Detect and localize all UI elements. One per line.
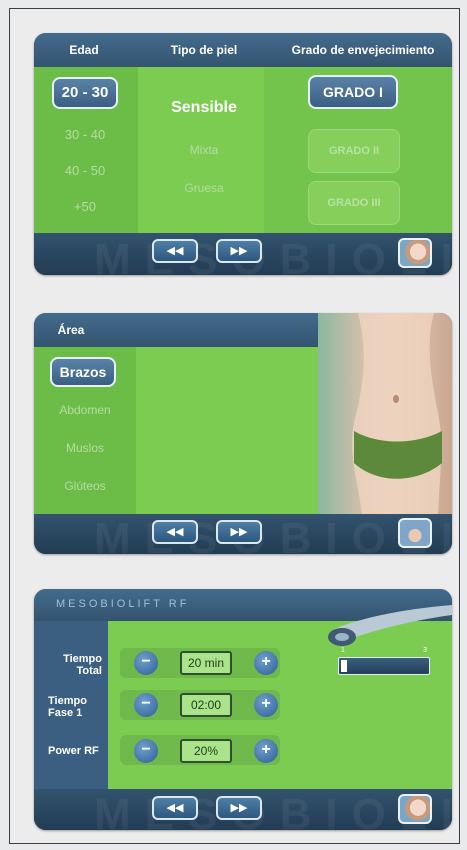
face-thumbnail-icon[interactable] <box>398 794 432 824</box>
area-selected[interactable]: Brazos <box>50 357 116 387</box>
header-edad: Edad <box>69 43 99 57</box>
face-thumbnail-icon[interactable] <box>398 238 432 268</box>
power-plus-button[interactable]: + <box>254 739 278 763</box>
scale-max-label: 3 <box>423 647 427 654</box>
total-value: 20 min <box>180 651 232 675</box>
next-button[interactable]: ▶▶ <box>216 239 262 263</box>
phase-scale-bar: 1 3 <box>338 647 430 675</box>
grado-option-ii[interactable]: GRADO II <box>308 129 400 173</box>
area-option-gluteos[interactable]: Glúteos <box>50 479 120 493</box>
grado-selected[interactable]: GRADO I <box>308 75 398 109</box>
power-value: 20% <box>180 739 232 763</box>
header-area: Área <box>57 323 85 337</box>
body-silhouette-icon <box>352 313 442 514</box>
device-title: MESOBIOLIFT RF <box>56 598 190 610</box>
next-button[interactable]: ▶▶ <box>216 520 262 544</box>
total-plus-button[interactable]: + <box>254 651 278 675</box>
skin-profile-panel: Edad Tipo de piel Grado de envejecimient… <box>34 33 452 275</box>
phase-scale-marker <box>341 660 347 672</box>
body-photo <box>318 313 452 514</box>
rf-handpiece-icon <box>328 605 452 646</box>
edad-option-40-50[interactable]: 40 - 50 <box>52 163 118 178</box>
panel3-nav-bar: MESOBIOLIFT ◀◀ ▶▶ <box>34 789 452 830</box>
area-option-muslos[interactable]: Muslos <box>50 441 120 455</box>
total-minus-button[interactable]: − <box>134 651 158 675</box>
edad-selected[interactable]: 20 - 30 <box>52 77 118 109</box>
piel-option-gruesa[interactable]: Gruesa <box>144 181 264 195</box>
header-tipo-piel: Tipo de piel <box>170 43 238 57</box>
header-grado: Grado de envejecimiento <box>291 43 435 57</box>
panel2-nav-bar: MESOBIOLIFT ◀◀ ▶▶ <box>34 514 452 554</box>
piel-selected[interactable]: Sensible <box>144 99 264 117</box>
next-button[interactable]: ▶▶ <box>216 796 262 820</box>
fase1-value: 02:00 <box>180 693 232 717</box>
panel1-nav-bar: MESOBIOLIFT ◀◀ ▶▶ <box>34 233 452 275</box>
prev-button[interactable]: ◀◀ <box>152 796 198 820</box>
body-thumbnail-icon[interactable] <box>398 518 432 548</box>
edad-option-30-40[interactable]: 30 - 40 <box>52 127 118 142</box>
panel1-header: Edad Tipo de piel Grado de envejecimient… <box>34 33 452 67</box>
fase1-minus-button[interactable]: − <box>134 693 158 717</box>
area-option-abdomen[interactable]: Abdomen <box>50 403 120 417</box>
power-minus-button[interactable]: − <box>134 739 158 763</box>
rf-settings-panel: MESOBIOLIFT RF Tiempo Total Tiempo Fase … <box>34 589 452 830</box>
prev-button[interactable]: ◀◀ <box>152 520 198 544</box>
label-power-rf: Power RF <box>48 745 99 757</box>
label-tiempo-fase1: Tiempo Fase 1 <box>48 695 87 719</box>
scale-min-label: 1 <box>341 647 345 654</box>
prev-button[interactable]: ◀◀ <box>152 239 198 263</box>
piel-option-mixta[interactable]: Mixta <box>144 143 264 157</box>
body-area-panel: Área Brazos Abdomen Muslos Glúteos MESOB… <box>34 313 452 554</box>
grado-option-iii[interactable]: GRADO III <box>308 181 400 225</box>
fase1-plus-button[interactable]: + <box>254 693 278 717</box>
edad-option-50-plus[interactable]: +50 <box>52 199 118 214</box>
label-tiempo-total: Tiempo Total <box>63 653 102 677</box>
